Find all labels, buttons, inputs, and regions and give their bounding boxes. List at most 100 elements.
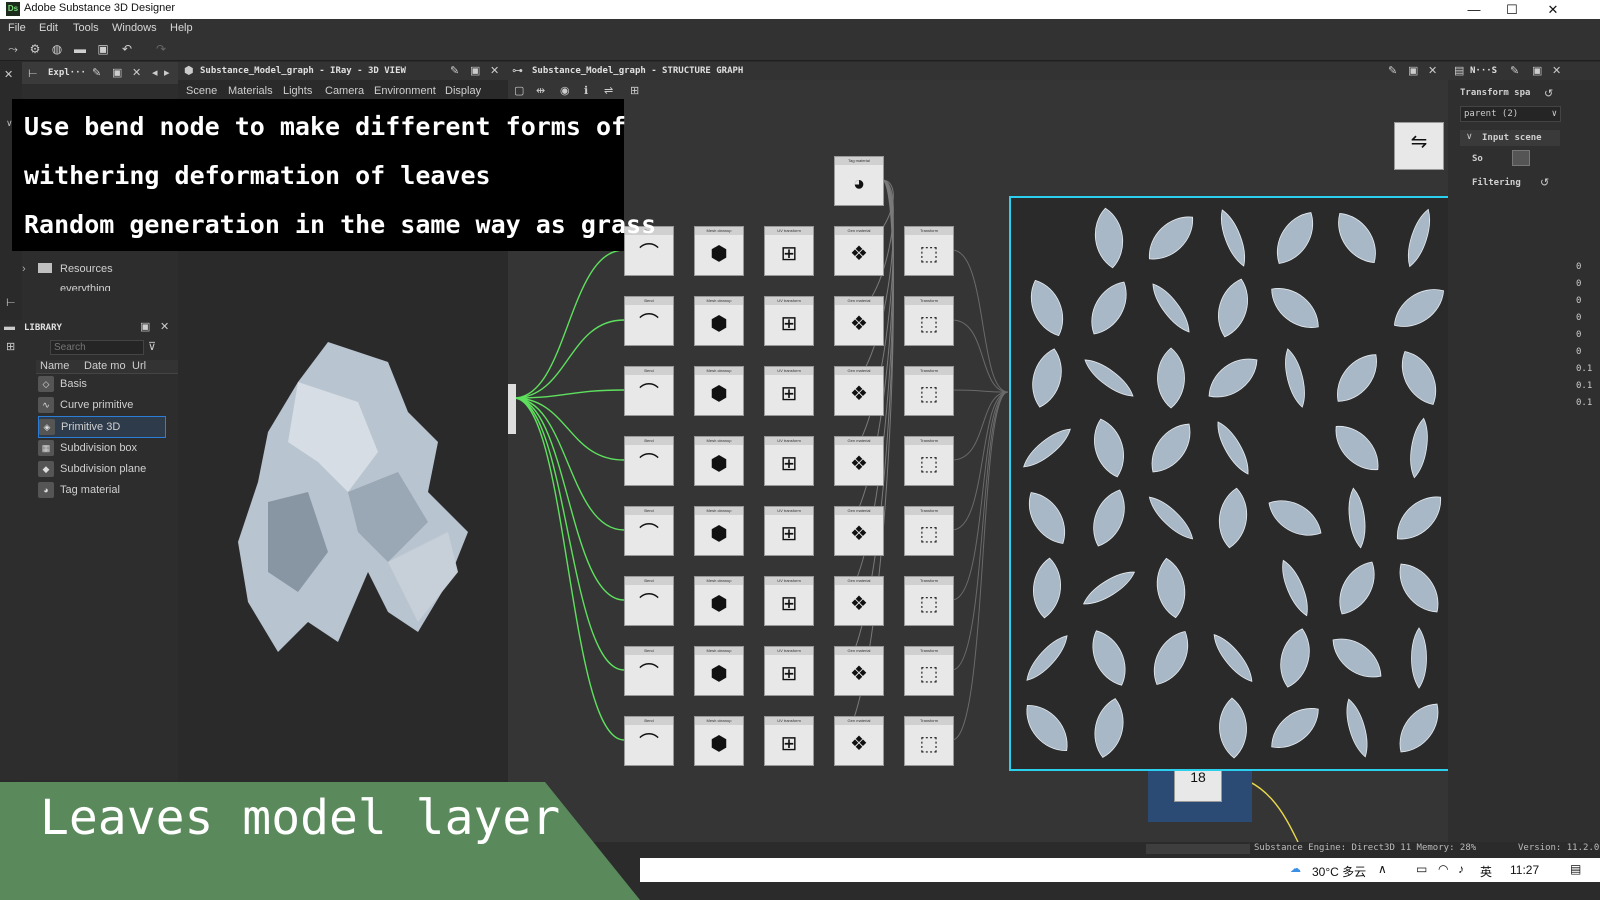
property-value[interactable]: 0.1 [1576, 398, 1596, 415]
graph-node[interactable]: Mesh cleanup ⬢ [694, 646, 744, 696]
property-value[interactable]: 0.1 [1576, 381, 1596, 398]
graph-node[interactable]: Bend ⌒ [624, 646, 674, 696]
3d-view-tab[interactable]: ⬢ Substance_Model_graph - IRay - 3D VIEW… [178, 62, 508, 80]
close-icon[interactable]: ✕ [132, 66, 141, 79]
prev-tab-icon[interactable]: ◂ [152, 66, 158, 79]
pin-icon[interactable]: ✎ [1510, 64, 1519, 77]
maximize-button[interactable]: ☐ [1494, 0, 1530, 19]
graph-node[interactable]: Gen material ❖ [834, 576, 884, 626]
graph-node[interactable]: Mesh cleanup ⬢ [694, 506, 744, 556]
library-item-curve-primitive[interactable]: ∿ Curve primitive [38, 395, 164, 415]
graph-node[interactable]: Gen material ❖ [834, 226, 884, 276]
graph-node[interactable]: Transform ⬚ [904, 226, 954, 276]
column-date[interactable]: Date mo [84, 360, 126, 372]
globe-icon[interactable]: ◍ [50, 42, 64, 56]
graph-node[interactable]: Transform ⬚ [904, 436, 954, 486]
library-item-subdivision-box[interactable]: ▦ Subdivision box [38, 438, 164, 458]
property-value[interactable]: 0 [1576, 330, 1596, 347]
weather-text[interactable]: 30°C 多云 [1312, 863, 1366, 880]
graph-node[interactable]: UV transform ⊞ [764, 436, 814, 486]
close-icon[interactable]: ✕ [160, 320, 169, 333]
tree-item-resources[interactable]: › Resources [22, 261, 172, 279]
graph-node[interactable]: UV transform ⊞ [764, 366, 814, 416]
properties-tab[interactable]: ▤ N···S ✎ ▣ ✕ [1448, 62, 1600, 80]
graph-node[interactable]: UV transform ⊞ [764, 716, 814, 766]
property-value[interactable]: 0 [1576, 279, 1596, 296]
open-folder-icon[interactable]: ▬ [73, 42, 87, 56]
graph-node[interactable]: Mesh cleanup ⬢ [694, 716, 744, 766]
leaves-3d-model[interactable] [208, 322, 508, 702]
volume-icon[interactable]: ♪ [1458, 862, 1464, 876]
column-url[interactable]: Url [132, 360, 146, 372]
graph-node[interactable]: UV transform ⊞ [764, 296, 814, 346]
graph-node[interactable]: UV transform ⊞ [764, 646, 814, 696]
pin-icon[interactable]: ✎ [92, 66, 101, 79]
library-search-input[interactable] [50, 340, 144, 355]
graph-node[interactable]: Gen material ❖ [834, 366, 884, 416]
filter-icon[interactable]: ⊽ [148, 340, 156, 353]
save-icon[interactable]: ▣ [96, 42, 110, 56]
explorer-tab[interactable]: ⊢ Expl··· ✎ ▣ ✕ ◂ ▸ [22, 62, 178, 84]
input-node-connector[interactable] [508, 384, 516, 434]
graph-node[interactable]: Bend ⌒ [624, 296, 674, 346]
notification-icon[interactable]: ▤ [1570, 862, 1581, 876]
library-item-subdivision-plane[interactable]: ◆ Subdivision plane [38, 459, 164, 479]
graph-node[interactable]: Mesh cleanup ⬢ [694, 436, 744, 486]
hierarchy-icon[interactable]: ⊢ [6, 296, 16, 309]
reset-icon[interactable]: ↺ [1544, 87, 1553, 100]
reset-icon[interactable]: ↺ [1540, 176, 1549, 189]
undo-icon[interactable]: ↶ [120, 42, 134, 56]
add-library-icon[interactable]: ⊞ [6, 340, 15, 353]
minimize-button[interactable]: — [1456, 0, 1492, 19]
menu-help[interactable]: Help [170, 22, 193, 34]
graph-node[interactable]: UV transform ⊞ [764, 226, 814, 276]
graph-node[interactable]: UV transform ⊞ [764, 576, 814, 626]
next-tab-icon[interactable]: ▸ [164, 66, 170, 79]
close-icon[interactable]: ✕ [4, 68, 13, 81]
menu-scene[interactable]: Scene [186, 85, 217, 97]
graph-node[interactable]: Gen material ❖ [834, 716, 884, 766]
chevron-up-icon[interactable]: ∧ [1378, 862, 1387, 876]
graph-node[interactable]: Gen material ❖ [834, 506, 884, 556]
graph-node[interactable]: Transform ⬚ [904, 576, 954, 626]
tag-material-node[interactable]: Tag material ◕ [834, 156, 884, 206]
graph-node[interactable]: Mesh cleanup ⬢ [694, 576, 744, 626]
menu-display[interactable]: Display [445, 85, 481, 97]
graph-node[interactable]: Gen material ❖ [834, 646, 884, 696]
new-package-icon[interactable]: ⤳ [6, 42, 20, 56]
wifi-icon[interactable]: ◠ [1438, 862, 1448, 876]
graph-node[interactable]: Transform ⬚ [904, 296, 954, 346]
close-icon[interactable]: ✕ [490, 64, 499, 77]
graph-node[interactable]: UV transform ⊞ [764, 506, 814, 556]
clock[interactable]: 11:27 [1510, 863, 1539, 877]
menu-tools[interactable]: Tools [73, 22, 99, 34]
property-value[interactable]: 0.1 [1576, 364, 1596, 381]
tree-item-everything[interactable]: everything [22, 281, 172, 291]
battery-icon[interactable]: ▭ [1416, 862, 1427, 876]
menu-materials[interactable]: Materials [228, 85, 273, 97]
graph-node[interactable]: Transform ⬚ [904, 506, 954, 556]
property-value[interactable]: 0 [1576, 262, 1596, 279]
close-button[interactable]: ✕ [1535, 0, 1571, 19]
scene-button[interactable] [1512, 150, 1530, 166]
graph-node[interactable]: Transform ⬚ [904, 646, 954, 696]
graph-node[interactable]: Bend ⌒ [624, 436, 674, 486]
redo-icon[interactable]: ↷ [154, 42, 168, 56]
pin-icon[interactable]: ✎ [450, 64, 459, 77]
chevron-right-icon[interactable]: › [22, 263, 26, 275]
transform-space-select[interactable]: parent (2) ∨ [1460, 106, 1561, 122]
close-icon[interactable]: ✕ [1552, 64, 1561, 77]
menu-edit[interactable]: Edit [39, 22, 58, 34]
float-icon[interactable]: ▣ [112, 66, 122, 79]
graph-node[interactable]: Transform ⬚ [904, 366, 954, 416]
graph-node[interactable]: Bend ⌒ [624, 576, 674, 626]
input-lang[interactable]: 英 [1480, 863, 1492, 880]
float-icon[interactable]: ▣ [470, 64, 480, 77]
column-name[interactable]: Name [40, 360, 69, 372]
library-item-tag-material[interactable]: ◕ Tag material [38, 480, 164, 500]
menu-camera[interactable]: Camera [325, 85, 364, 97]
graph-node[interactable]: Bend ⌒ [624, 366, 674, 416]
menu-lights[interactable]: Lights [283, 85, 312, 97]
float-icon[interactable]: ▣ [140, 320, 150, 333]
partial-node[interactable]: ⇋ [1394, 122, 1444, 170]
